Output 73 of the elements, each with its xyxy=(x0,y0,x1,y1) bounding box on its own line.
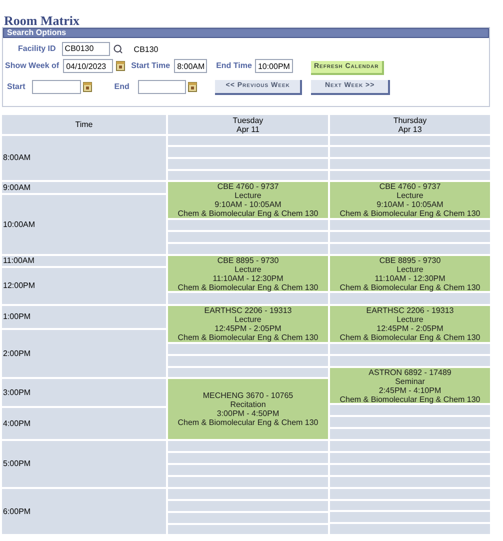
day-header: Thursday Apr 13 xyxy=(330,115,490,136)
page-title: Room Matrix xyxy=(4,13,80,28)
field-label: End Time xyxy=(216,60,252,72)
event-room: Chem & Biomolecular Eng & Chem 130 xyxy=(178,282,318,292)
event-course: MECHENG 3670 - 10765 xyxy=(202,391,294,400)
event-block[interactable]: CBE 4760 - 9737 Lecture 9:10AM - 10:05AM Chem & Biomolecular Eng & Chem 130 xyxy=(330,182,490,220)
time-label: 5:00PM xyxy=(2,441,166,489)
event-room: Chem & Biomolecular Eng & Chem 130 xyxy=(340,282,480,292)
event-time: 12:45PM - 2:05PM xyxy=(214,324,282,333)
column-header: Time xyxy=(2,115,166,136)
event-time: 3:00PM - 4:50PM xyxy=(216,409,280,418)
event-room: Chem & Biomolecular Eng & Chem 130 xyxy=(178,418,318,427)
event-time: 9:10AM - 10:05AM xyxy=(214,200,282,209)
event-type: Recitation xyxy=(230,400,266,409)
event-block[interactable]: CBE 8895 - 9730 Lecture 11:10AM - 12:30PM Chem & Biomolecular Eng & Chem 130 xyxy=(168,256,328,293)
calendar-icon[interactable] xyxy=(188,82,198,92)
event-type: Lecture xyxy=(396,264,424,274)
calendar-icon[interactable] xyxy=(116,61,126,71)
event-time: 11:10AM - 12:30PM xyxy=(374,274,446,282)
event-block[interactable]: EARTHSC 2206 - 19313 Lecture 12:45PM - 2:05PM Chem & Biomolecular Eng & Chem 130 xyxy=(168,306,328,344)
event-type: Seminar xyxy=(395,376,425,386)
text-field[interactable]: CB0130 xyxy=(62,42,110,56)
event-room: Chem & Biomolecular Eng & Chem 130 xyxy=(178,333,318,342)
field-label: Start Time xyxy=(131,60,170,72)
event-course: ASTRON 6892 - 17489 xyxy=(368,368,452,376)
event-course: EARTHSC 2206 - 19313 xyxy=(204,306,292,315)
text-field[interactable] xyxy=(32,80,82,94)
time-label: 10:00AM xyxy=(2,195,166,256)
event-type: Lecture xyxy=(234,315,262,324)
event-room: Chem & Biomolecular Eng & Chem 130 xyxy=(340,333,480,342)
text-field[interactable] xyxy=(138,80,186,94)
text-field[interactable]: 10:00PM xyxy=(254,59,293,73)
text-field[interactable]: 04/10/2023 xyxy=(63,59,114,73)
calendar-icon[interactable] xyxy=(83,82,92,92)
time-label: 12:00PM xyxy=(2,268,166,306)
event-type: Lecture xyxy=(396,191,424,200)
event-course: CBE 4760 - 9737 xyxy=(379,182,441,191)
event-course: EARTHSC 2206 - 19313 xyxy=(366,306,454,315)
field-label: Start xyxy=(7,81,26,93)
event-room: Chem & Biomolecular Eng & Chem 130 xyxy=(178,209,318,218)
event-time: 2:45PM - 4:10PM xyxy=(378,386,442,394)
event-course: CBE 8895 - 9730 xyxy=(217,256,279,264)
event-room: Chem & Biomolecular Eng & Chem 130 xyxy=(340,394,480,404)
event-room: Chem & Biomolecular Eng & Chem 130 xyxy=(340,209,480,218)
event-time: 9:10AM - 10:05AM xyxy=(376,200,444,209)
event-course: CBE 8895 - 9730 xyxy=(379,256,441,264)
event-course: CBE 4760 - 9737 xyxy=(217,182,279,191)
event-type: Lecture xyxy=(234,264,262,274)
time-label: 8:00AM xyxy=(2,136,166,182)
field-label: Facility ID xyxy=(18,42,56,54)
time-label: 2:00PM xyxy=(2,330,166,379)
time-label: 1:00PM xyxy=(2,306,166,330)
facility-description: CB130 xyxy=(134,44,158,56)
time-label: 6:00PM xyxy=(2,489,166,536)
field-label: End xyxy=(114,81,130,93)
event-block[interactable]: ASTRON 6892 - 17489 Seminar 2:45PM - 4:10PM Chem & Biomolecular Eng & Chem 130 xyxy=(330,368,490,405)
event-time: 12:45PM - 2:05PM xyxy=(376,324,444,333)
search-icon[interactable] xyxy=(112,44,123,54)
event-block[interactable]: MECHENG 3670 - 10765 Recitation 3:00PM - 4:50PM Chem & Biomolecular Eng & Chem 130 xyxy=(168,379,328,441)
day-header: Tuesday Apr 11 xyxy=(168,115,328,136)
time-label: 11:00AM xyxy=(2,256,166,268)
event-time: 11:10AM - 12:30PM xyxy=(212,274,284,282)
panel-header: Search Options xyxy=(3,28,489,38)
time-label: 4:00PM xyxy=(2,408,166,441)
event-block[interactable]: CBE 8895 - 9730 Lecture 11:10AM - 12:30PM Chem & Biomolecular Eng & Chem 130 xyxy=(330,256,490,293)
field-label: Show Week of xyxy=(5,60,60,72)
time-label: 3:00PM xyxy=(2,379,166,408)
event-block[interactable]: CBE 4760 - 9737 Lecture 9:10AM - 10:05AM Chem & Biomolecular Eng & Chem 130 xyxy=(168,182,328,220)
event-type: Lecture xyxy=(234,191,262,200)
event-block[interactable]: EARTHSC 2206 - 19313 Lecture 12:45PM - 2:05PM Chem & Biomolecular Eng & Chem 130 xyxy=(330,306,490,344)
time-label: 9:00AM xyxy=(2,182,166,195)
event-type: Lecture xyxy=(396,315,424,324)
text-field[interactable]: 8:00AM xyxy=(174,59,208,73)
